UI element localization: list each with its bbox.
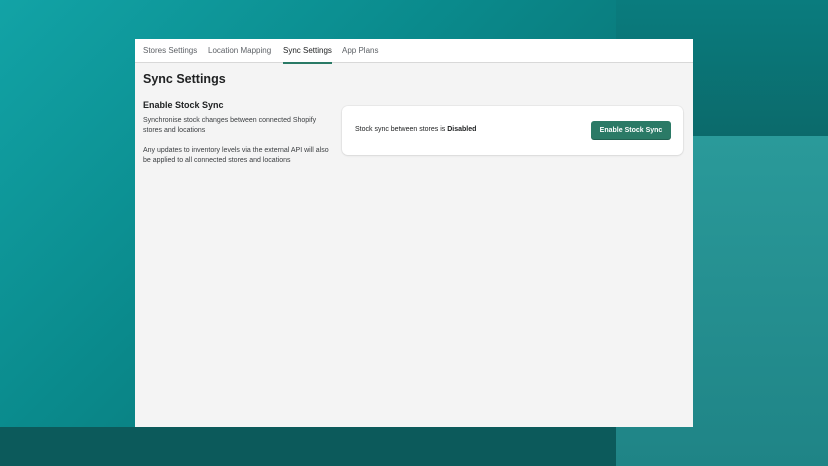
enable-stock-sync-button[interactable]: Enable Stock Sync (591, 121, 671, 140)
sync-status-prefix: Stock sync between stores is (355, 126, 448, 133)
app-window: Stores Settings Location Mapping Sync Se… (135, 39, 693, 427)
section-description-api: Any updates to inventory levels via the … (143, 147, 329, 164)
tab-bar: Stores Settings Location Mapping Sync Se… (135, 39, 693, 64)
sync-status-text: Stock sync between stores is Disabled (355, 126, 476, 133)
tab-stores-settings[interactable]: Stores Settings (143, 39, 197, 63)
stock-sync-card: Stock sync between stores is Disabled En… (342, 106, 683, 155)
tab-app-plans[interactable]: App Plans (342, 39, 378, 63)
page-title: Sync Settings (143, 72, 226, 86)
tab-sync-settings[interactable]: Sync Settings (283, 39, 332, 64)
tab-location-mapping[interactable]: Location Mapping (208, 39, 271, 63)
sync-status-value: Disabled (447, 126, 477, 133)
section-title: Enable Stock Sync (143, 100, 224, 110)
desktop-panel-bottom (0, 427, 616, 466)
section-description: Synchronise stock changes between connec… (143, 117, 317, 134)
